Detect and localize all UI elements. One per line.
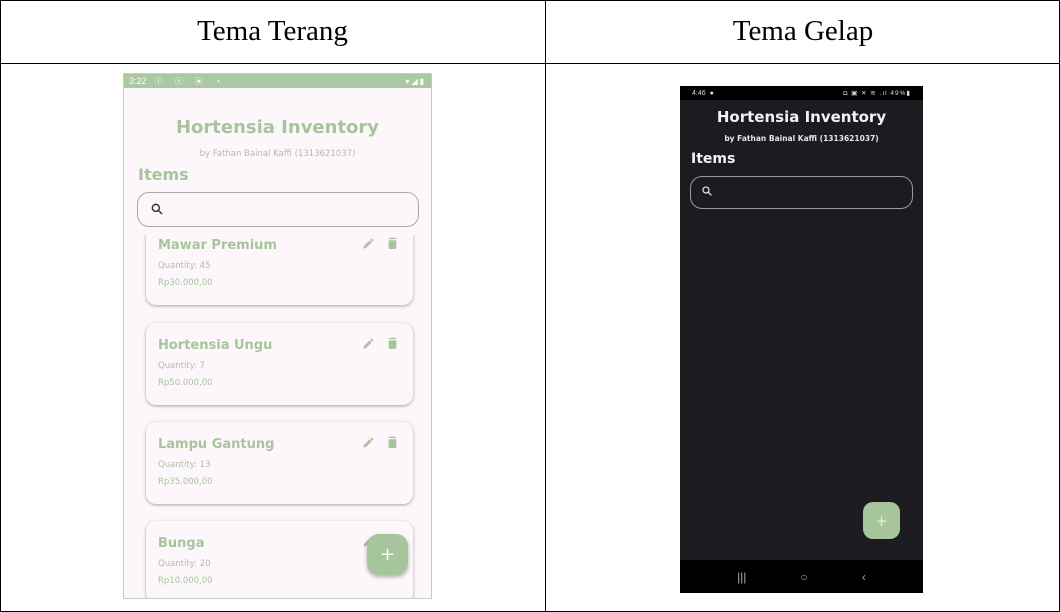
app-subtitle: by Fathan Bainal Kaffi (1313621037) bbox=[199, 149, 356, 159]
section-title: Items bbox=[691, 151, 736, 167]
navigation-bar: ||| ○ ‹ bbox=[680, 560, 923, 593]
item-price: Rp10.000,00 bbox=[158, 576, 213, 586]
app-title: Hortensia Inventory bbox=[716, 108, 887, 126]
item-quantity: Quantity: 7 bbox=[158, 361, 206, 371]
home-icon[interactable]: ○ bbox=[801, 570, 808, 584]
header-light-theme: Tema Terang bbox=[197, 15, 348, 47]
item-name: Hortensia Ungu bbox=[158, 338, 273, 353]
status-bar: 3:22 ⓘ ⓥ ▣ ◔ ▾◢▮ bbox=[124, 74, 431, 88]
back-icon[interactable]: ‹ bbox=[862, 570, 866, 584]
signal-battery-icons: ◘ ▣ ✕ ≋ .ıl 49%▮ bbox=[843, 90, 911, 97]
item-quantity: Quantity: 45 bbox=[158, 261, 211, 271]
search-input[interactable] bbox=[690, 176, 913, 209]
recent-apps-icon[interactable]: ||| bbox=[737, 570, 746, 584]
item-price: Rp50.000,00 bbox=[158, 378, 213, 388]
item-name: Bunga bbox=[158, 536, 205, 551]
item-name: Lampu Gantung bbox=[158, 437, 275, 452]
search-icon bbox=[702, 186, 712, 196]
edit-icon[interactable] bbox=[362, 237, 375, 250]
search-input[interactable] bbox=[137, 192, 419, 227]
header-dark-theme: Tema Gelap bbox=[732, 15, 874, 47]
column-divider bbox=[545, 0, 546, 612]
add-item-button[interactable]: + bbox=[863, 502, 900, 539]
list-item[interactable]: Mawar Premium Quantity: 45 Rp30.000,00 bbox=[146, 235, 413, 305]
item-price: Rp30.000,00 bbox=[158, 278, 213, 288]
list-item[interactable]: Hortensia Ungu Quantity: 7 Rp50.000,00 bbox=[146, 323, 413, 405]
dark-theme-screenshot: 4:46 ● ◘ ▣ ✕ ≋ .ıl 49%▮ Hortensia Invent… bbox=[680, 86, 923, 593]
section-title: Items bbox=[138, 165, 189, 184]
delete-icon[interactable] bbox=[387, 236, 398, 250]
item-quantity: Quantity: 20 bbox=[158, 559, 211, 569]
status-bar: 4:46 ● ◘ ▣ ✕ ≋ .ıl 49%▮ bbox=[680, 86, 923, 100]
light-theme-screenshot: 3:22 ⓘ ⓥ ▣ ◔ ▾◢▮ Hortensia Inventory by … bbox=[123, 73, 432, 599]
notification-icons: ⓘ ⓥ ▣ ◔ bbox=[154, 76, 226, 86]
app-subtitle: by Fathan Bainal Kaffi (1313621037) bbox=[724, 134, 879, 143]
item-name: Mawar Premium bbox=[158, 238, 277, 253]
edit-icon[interactable] bbox=[362, 436, 375, 449]
list-item[interactable]: Lampu Gantung Quantity: 13 Rp35.000,00 bbox=[146, 422, 413, 504]
delete-icon[interactable] bbox=[387, 336, 398, 350]
header-divider bbox=[0, 63, 1060, 64]
item-quantity: Quantity: 13 bbox=[158, 460, 211, 470]
status-time: 3:22 bbox=[129, 76, 147, 86]
app-title: Hortensia Inventory bbox=[175, 117, 380, 138]
add-item-button[interactable]: + bbox=[367, 534, 408, 575]
edit-icon[interactable] bbox=[362, 337, 375, 350]
item-price: Rp35.000,00 bbox=[158, 477, 213, 487]
status-time: 4:46 bbox=[692, 89, 706, 97]
delete-icon[interactable] bbox=[387, 435, 398, 449]
signal-battery-icons: ▾◢▮ bbox=[405, 76, 426, 86]
search-icon bbox=[151, 203, 163, 215]
notification-dot-icon: ● bbox=[709, 89, 714, 97]
